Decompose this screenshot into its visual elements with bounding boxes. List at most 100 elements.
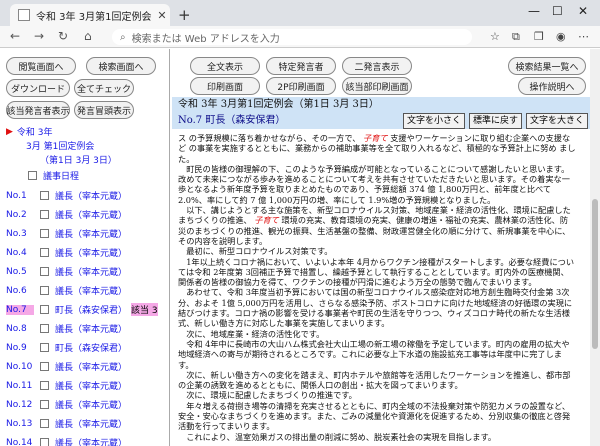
home-icon[interactable]: ⌂ bbox=[84, 29, 92, 43]
item-checkbox[interactable] bbox=[40, 210, 49, 219]
list-item[interactable]: No.9 町長（森安保君） bbox=[6, 341, 131, 355]
print-screen-button[interactable]: 印刷画面 bbox=[190, 77, 260, 95]
item-speaker-link[interactable]: 議長（宰本元蔵） bbox=[55, 189, 127, 202]
close-tab-icon[interactable]: ✕ bbox=[154, 9, 170, 22]
browser-tab-bar: 令和 3年 3月第1回定例会（第1 ✕ + — ☐ ✕ bbox=[0, 0, 600, 26]
item-checkbox[interactable] bbox=[40, 286, 49, 295]
font-normal-button[interactable]: 標準に戻す bbox=[468, 113, 522, 129]
item-number: No.1 bbox=[6, 190, 27, 201]
item-number: No.4 bbox=[6, 247, 27, 258]
item-number: No.13 bbox=[6, 418, 33, 429]
new-tab-icon[interactable]: + bbox=[178, 6, 191, 24]
maximize-icon[interactable]: ☐ bbox=[552, 4, 563, 18]
item-speaker-link[interactable]: 議長（宰本元蔵） bbox=[55, 417, 127, 430]
list-item[interactable]: No.1 議長（宰本元蔵） bbox=[6, 189, 131, 203]
refresh-icon[interactable]: ↻ bbox=[58, 29, 68, 43]
two-page-print-button[interactable]: 2P印刷画面 bbox=[266, 77, 336, 95]
item-speaker-link[interactable]: 議長（宰本元蔵） bbox=[55, 284, 127, 297]
item-checkbox[interactable] bbox=[40, 191, 49, 200]
item-speaker-link[interactable]: 議長（宰本元蔵） bbox=[55, 436, 127, 446]
list-item[interactable]: No.2 議長（宰本元蔵） bbox=[6, 208, 131, 222]
item-speaker-link[interactable]: 議長（宰本元蔵） bbox=[55, 360, 127, 373]
back-icon[interactable]: ← bbox=[10, 29, 20, 43]
tree-session[interactable]: 3月 第1回定例会 bbox=[26, 139, 94, 152]
item-speaker-link[interactable]: 議長（宰本元蔵） bbox=[55, 322, 127, 335]
close-window-icon[interactable]: ✕ bbox=[578, 4, 588, 18]
speech-paragraph: 町民の皆様の御理解の下、このような予算編成が可能となっていることについて感謝した… bbox=[178, 163, 570, 205]
tree-year[interactable]: ▶ 令和 3年 bbox=[6, 125, 53, 139]
extensions-icon[interactable]: ❒ bbox=[534, 30, 544, 43]
search-screen-button[interactable]: 検索画面へ bbox=[86, 57, 156, 75]
help-button[interactable]: 操作説明へ bbox=[518, 77, 586, 95]
item-checkbox[interactable] bbox=[40, 400, 49, 409]
font-larger-button[interactable]: 文字を大きく bbox=[525, 113, 588, 129]
speech-paragraph: 次に、環境に配慮したまちづくりの推進です。 bbox=[178, 390, 357, 401]
speech-paragraph: 以下、講じようとする主な施策を、新型コロナウイルス対策、地域産業・経済の活性化、… bbox=[178, 205, 571, 246]
list-item[interactable]: No.11 議長（宰本元蔵） bbox=[6, 379, 131, 393]
item-checkbox[interactable] bbox=[40, 305, 49, 314]
item-number: No.14 bbox=[6, 437, 33, 446]
item-checkbox[interactable] bbox=[40, 324, 49, 333]
browse-screen-button[interactable]: 閲覧画面へ bbox=[6, 57, 76, 75]
item-checkbox[interactable] bbox=[40, 438, 49, 446]
search-hit: 子育て bbox=[363, 133, 388, 143]
item-speaker-link[interactable]: 町長（森安保君） bbox=[55, 303, 127, 316]
favorites-icon[interactable]: ☆ bbox=[490, 30, 500, 43]
profile-icon[interactable]: ◉ bbox=[556, 30, 566, 43]
collections-icon[interactable]: ⧉ bbox=[512, 30, 520, 44]
list-item[interactable]: No.3 議長（宰本元蔵） bbox=[6, 227, 131, 241]
item-speaker-link[interactable]: 町長（森安保君） bbox=[55, 341, 127, 354]
show-speakers-button[interactable]: 該当発言者表示 bbox=[6, 101, 70, 119]
address-input[interactable]: ⌕ 検索または Web アドレスを入力 bbox=[112, 29, 472, 45]
item-speaker-link[interactable]: 議長（宰本元蔵） bbox=[55, 208, 127, 221]
right-panel: 全文表示 特定発言者 二発言表示 印刷画面 2P印刷画面 該当部印刷画面 検索結… bbox=[172, 49, 590, 446]
hit-print-button[interactable]: 該当部印刷画面 bbox=[342, 77, 412, 95]
tab-title: 令和 3年 3月第1回定例会（第1 bbox=[36, 11, 154, 23]
item-checkbox[interactable] bbox=[40, 229, 49, 238]
item-number: No.11 bbox=[6, 380, 33, 391]
item-speaker-link[interactable]: 議長（宰本元蔵） bbox=[55, 265, 127, 278]
full-text-button[interactable]: 全文表示 bbox=[190, 57, 260, 75]
two-speech-button[interactable]: 二発言表示 bbox=[342, 57, 412, 75]
agenda-checkbox[interactable] bbox=[28, 171, 37, 180]
scrollbar-thumb[interactable] bbox=[592, 199, 598, 349]
font-smaller-button[interactable]: 文字を小さく bbox=[402, 113, 465, 129]
tree-day[interactable]: （第1日 3月 3日） bbox=[40, 153, 117, 166]
item-speaker-link[interactable]: 議長（宰本元蔵） bbox=[55, 398, 127, 411]
list-item[interactable]: No.10 議長（宰本元蔵） bbox=[6, 360, 131, 374]
forward-icon[interactable]: → bbox=[34, 29, 44, 43]
download-button[interactable]: ダウンロード bbox=[6, 79, 70, 97]
item-checkbox[interactable] bbox=[40, 267, 49, 276]
list-item[interactable]: No.5 議長（宰本元蔵） bbox=[6, 265, 131, 279]
item-speaker-link[interactable]: 議長（宰本元蔵） bbox=[55, 227, 127, 240]
list-item[interactable]: No.14 議長（宰本元蔵） bbox=[6, 436, 131, 446]
page-icon bbox=[18, 9, 30, 21]
item-checkbox[interactable] bbox=[40, 343, 49, 352]
list-item[interactable]: No.13 議長（宰本元蔵） bbox=[6, 417, 131, 431]
list-item[interactable]: No.8 議長（宰本元蔵） bbox=[6, 322, 131, 336]
check-all-button[interactable]: 全てチェック bbox=[74, 79, 134, 97]
list-item[interactable]: No.7 町長（森安保君） 該当 3 bbox=[6, 303, 158, 316]
item-checkbox[interactable] bbox=[40, 419, 49, 428]
item-checkbox[interactable] bbox=[40, 362, 49, 371]
menu-icon[interactable]: ⋯ bbox=[578, 30, 589, 43]
item-checkbox[interactable] bbox=[40, 248, 49, 257]
show-opening-button[interactable]: 発言冒頭表示 bbox=[74, 101, 134, 119]
address-placeholder: 検索または Web アドレスを入力 bbox=[131, 33, 280, 45]
list-item[interactable]: No.12 議長（宰本元蔵） bbox=[6, 398, 131, 412]
font-size-controls: 文字を小さく 標準に戻す 文字を大きく bbox=[399, 113, 588, 129]
search-results-button[interactable]: 検索結果一覧へ bbox=[508, 57, 586, 75]
item-number: No.2 bbox=[6, 209, 27, 220]
tree-agenda[interactable]: 議事日程 bbox=[28, 169, 79, 182]
search-icon: ⌕ bbox=[120, 31, 126, 43]
item-speaker-link[interactable]: 議長（宰本元蔵） bbox=[55, 246, 127, 259]
vertical-scrollbar[interactable] bbox=[590, 49, 600, 446]
list-item[interactable]: No.4 議長（宰本元蔵） bbox=[6, 246, 131, 260]
item-checkbox[interactable] bbox=[40, 381, 49, 390]
item-speaker-link[interactable]: 議長（宰本元蔵） bbox=[55, 379, 127, 392]
speaker-name: No.7 町長（森安保君） bbox=[178, 115, 286, 126]
list-item[interactable]: No.6 議長（宰本元蔵） bbox=[6, 284, 131, 298]
minimize-icon[interactable]: — bbox=[528, 4, 540, 18]
browser-tab[interactable]: 令和 3年 3月第1回定例会（第1 ✕ bbox=[10, 4, 170, 26]
specific-speaker-button[interactable]: 特定発言者 bbox=[266, 57, 336, 75]
